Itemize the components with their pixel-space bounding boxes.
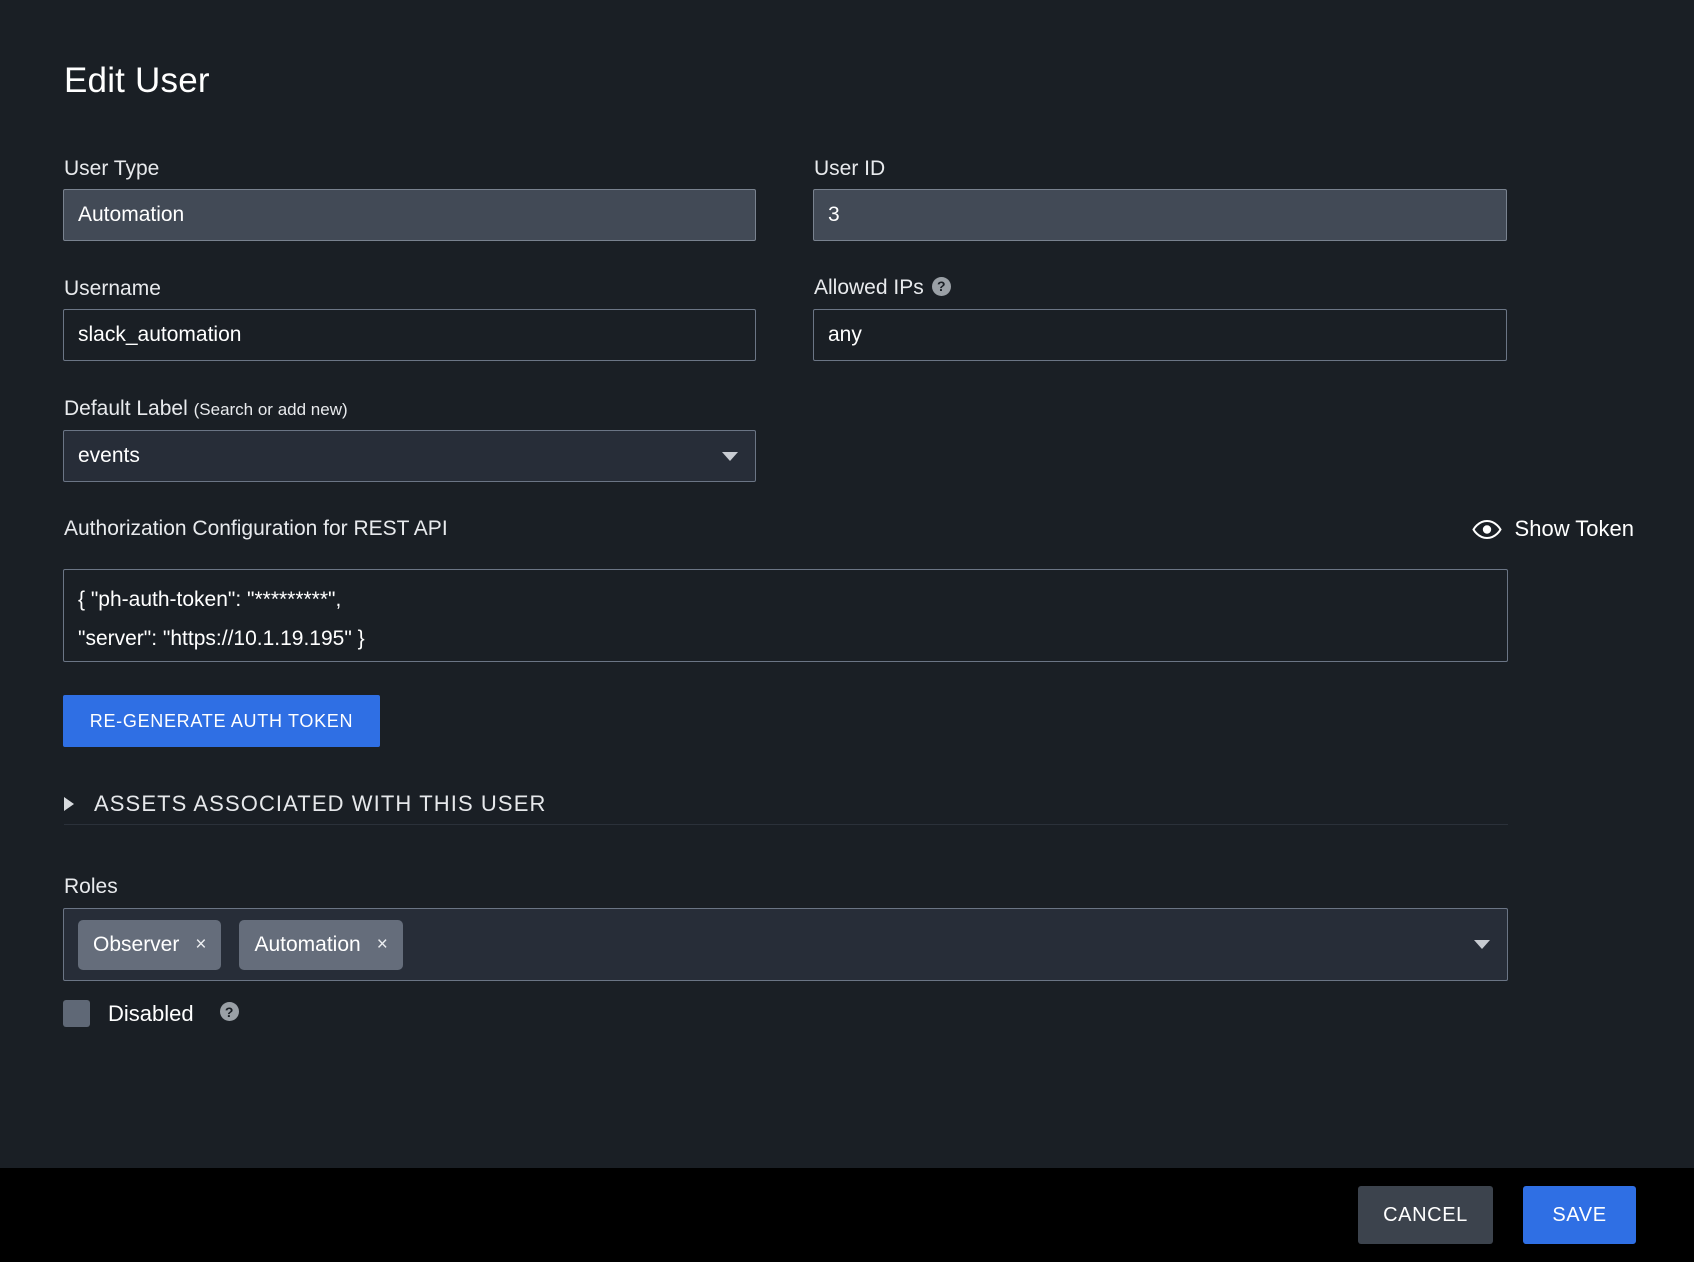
help-icon[interactable]: ? [931, 276, 951, 296]
allowed-ips-input[interactable]: any [813, 309, 1507, 361]
remove-role-icon[interactable]: × [195, 935, 206, 954]
disabled-checkbox[interactable] [63, 1000, 90, 1027]
role-chip[interactable]: Automation × [239, 919, 403, 970]
show-token-label: Show Token [1514, 516, 1634, 541]
token-line-1: { "ph-auth-token": "*********", [78, 588, 342, 611]
allowed-ips-value: any [828, 323, 862, 346]
default-label-select[interactable]: events [63, 430, 756, 482]
triangle-right-icon [64, 797, 74, 811]
default-label-text: Default Label [64, 397, 188, 420]
edit-user-dialog: Edit User User Type Automation User ID 3… [0, 0, 1694, 1262]
page-title: Edit User [64, 61, 210, 100]
role-chip-label: Observer [93, 932, 180, 956]
roles-label: Roles [64, 875, 118, 898]
roles-multiselect[interactable]: Observer × Automation × [63, 908, 1508, 981]
default-label-hint: (Search or add new) [193, 400, 348, 419]
user-type-input[interactable]: Automation [63, 189, 756, 241]
show-token-button[interactable]: Show Token [1471, 516, 1634, 542]
dialog-body: Edit User User Type Automation User ID 3… [0, 0, 1694, 1168]
cancel-button[interactable]: CANCEL [1358, 1186, 1493, 1244]
eye-icon [1471, 519, 1502, 539]
user-type-value: Automation [78, 203, 185, 226]
remove-role-icon[interactable]: × [377, 935, 388, 954]
username-input[interactable]: slack_automation [63, 309, 756, 361]
chevron-down-icon[interactable] [1471, 934, 1493, 956]
regenerate-auth-token-button[interactable]: RE-GENERATE AUTH TOKEN [63, 695, 380, 747]
dialog-footer: CANCEL SAVE [0, 1168, 1694, 1262]
auth-config-title: Authorization Configuration for REST API [64, 517, 448, 540]
token-line-2: "server": "https://10.1.19.195" } [78, 627, 365, 650]
save-button[interactable]: SAVE [1523, 1186, 1636, 1244]
assets-associated-label: ASSETS ASSOCIATED WITH THIS USER [94, 791, 547, 816]
allowed-ips-label-text: Allowed IPs [814, 276, 924, 299]
disabled-label: Disabled [108, 1000, 194, 1026]
allowed-ips-label: Allowed IPs? [814, 276, 951, 299]
role-chip-label: Automation [254, 932, 361, 956]
auth-token-textarea[interactable]: { "ph-auth-token": "*********", "server":… [63, 569, 1508, 662]
help-icon[interactable]: ? [219, 1002, 239, 1021]
username-value: slack_automation [78, 323, 242, 346]
user-id-value: 3 [828, 203, 840, 226]
user-type-label: User Type [64, 157, 160, 180]
username-label: Username [64, 277, 161, 300]
assets-associated-toggle[interactable]: ASSETS ASSOCIATED WITH THIS USER [64, 791, 1508, 817]
user-id-input[interactable]: 3 [813, 189, 1507, 241]
default-label-value: events [78, 444, 140, 467]
default-label-label: Default Label (Search or add new) [64, 398, 348, 419]
user-id-label: User ID [814, 157, 886, 180]
chevron-down-icon [719, 445, 741, 467]
disabled-row: Disabled ? [63, 1000, 239, 1027]
assets-divider [64, 824, 1508, 825]
role-chip[interactable]: Observer × [78, 919, 222, 970]
